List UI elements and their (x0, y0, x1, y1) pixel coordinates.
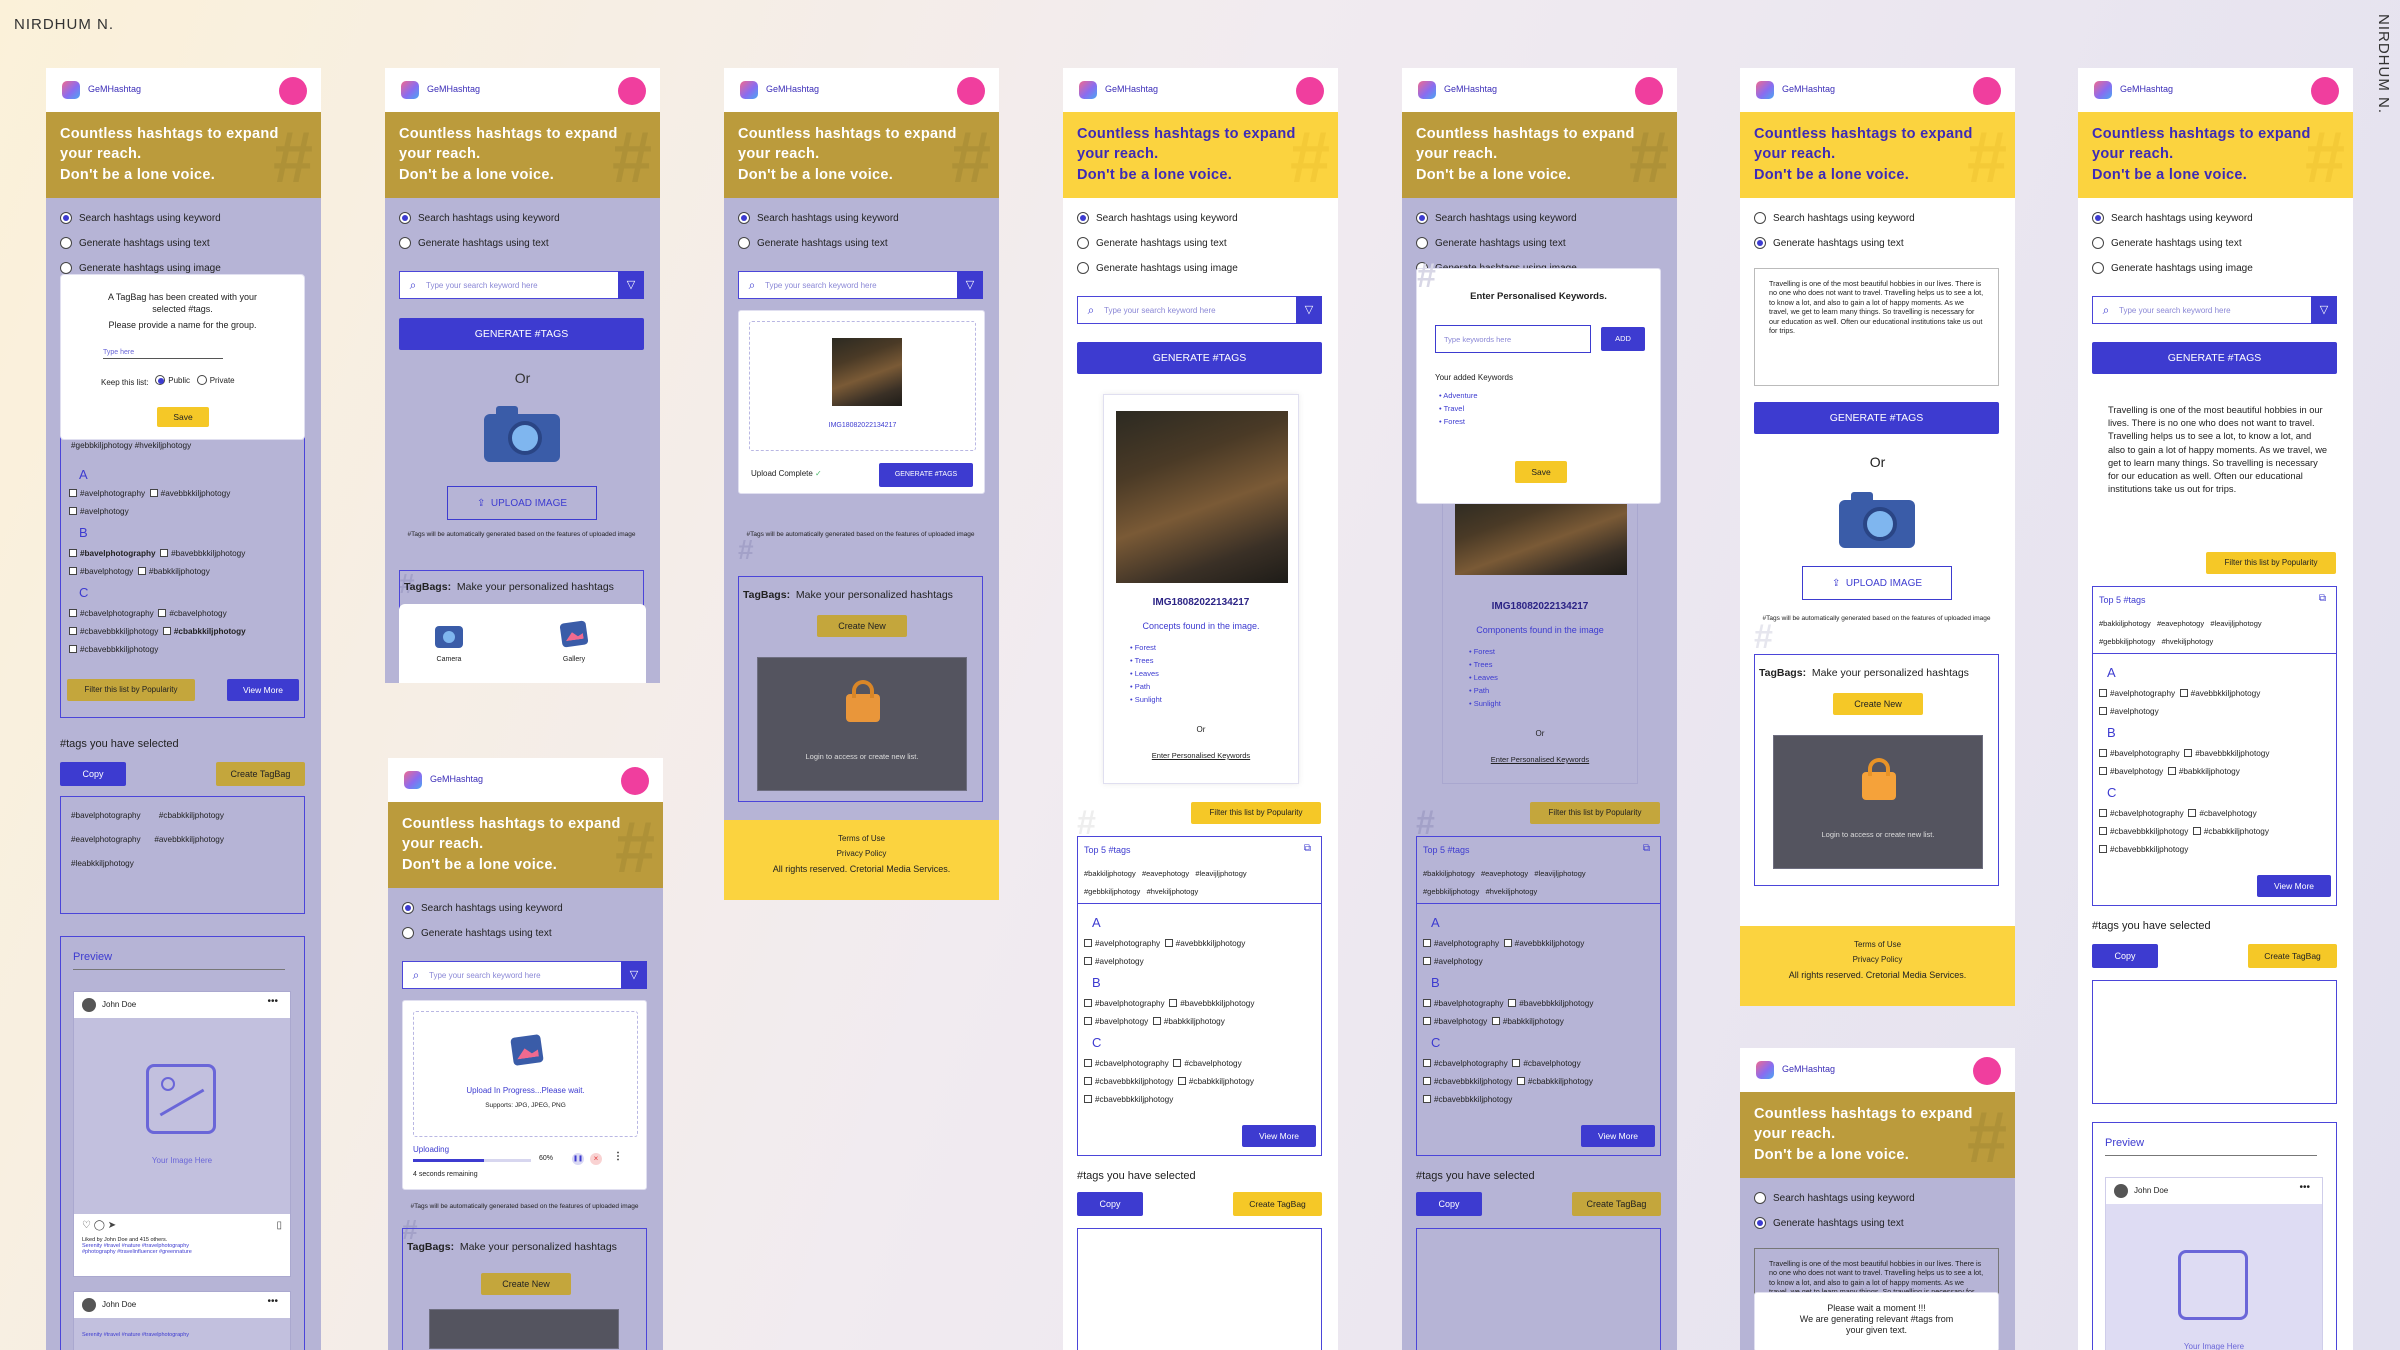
upload-source-sheet: Camera Gallery (399, 604, 646, 683)
add-keyword-button[interactable]: ADD (1601, 327, 1645, 351)
terms-link[interactable]: Terms of Use (724, 834, 999, 843)
tagbag-name-input[interactable]: Type here (103, 349, 223, 359)
preview-panel: Preview John Doe ••• Your Image Here (2092, 1122, 2337, 1350)
screen-upload-complete: GeMHashtag # Countless hashtags to expand… (724, 68, 999, 900)
mode-text[interactable]: Generate hashtags using text (60, 237, 210, 249)
tag-list: #gebbkiljphotogy #hvekiljphotogy A #avel… (60, 428, 305, 718)
create-new-button[interactable]: Create New (817, 615, 907, 637)
private-radio[interactable]: Private (196, 375, 235, 385)
login-card: Login to access or create new list. (757, 657, 967, 791)
camera-icon (1839, 492, 1915, 548)
upload-progress-bar (413, 1159, 531, 1162)
filter-button[interactable]: Filter this list by Popularity (67, 679, 195, 701)
camera-icon (484, 406, 560, 462)
view-more-button[interactable]: View More (227, 679, 299, 701)
preview-panel: Preview John Doe ••• Your Image Here ♡ ◯… (60, 936, 305, 1350)
keywords-input[interactable]: Type keywords here (1435, 325, 1591, 353)
gallery-icon (510, 1034, 544, 1066)
mode-image[interactable]: Generate hashtags using image (60, 262, 221, 274)
upload-complete-card: IMG18082022134217 Upload Complete ✓ GENE… (738, 310, 985, 494)
post-actions-icons[interactable]: ♡ ◯ ➤ ▯ (82, 1220, 282, 1231)
screen-generating-wait: GeMHashtag # Countless hashtags to expand… (1740, 1048, 2015, 1350)
save-button[interactable]: Save (1515, 461, 1567, 483)
image-placeholder-icon (2178, 1250, 2248, 1320)
screen-personalised-keywords: GeMHashtag # Countless hashtags to expand… (1402, 68, 1677, 1350)
selected-title: #tags you have selected (60, 738, 179, 750)
post-card-2: John Doe ••• Serenity #travel #nature #t… (73, 1291, 291, 1350)
footer: Terms of Use Privacy Policy All rights r… (724, 820, 999, 900)
screen-text-results: GeMHashtag # Countless hashtags to expand… (2078, 68, 2353, 1350)
image-placeholder-icon (146, 1064, 216, 1134)
create-tagbag-button[interactable]: Create TagBag (216, 762, 305, 786)
generating-modal: Please wait a moment !!! We are generatin… (1754, 1292, 1999, 1350)
copy-icon[interactable]: ⧉ (2319, 593, 2326, 604)
designer-name-vertical: NIRDHUM N. (2375, 14, 2392, 114)
brand-name: GeMHashtag (88, 84, 142, 94)
selected-tags-box (1077, 1228, 1322, 1350)
selected-tags-box: #bavelphotography #cbabkkiljphotogy #eav… (60, 796, 305, 914)
post-card: John Doe ••• Your Image Here ♡ ◯ ➤ ▯ Like… (73, 991, 291, 1277)
search-icon: ⌕ (409, 277, 417, 292)
tagbag-name-modal: A TagBag has been created with your sele… (60, 274, 305, 440)
create-new-button[interactable]: Create New (481, 1273, 571, 1295)
filter-icon: ▽ (621, 961, 647, 989)
pause-icon[interactable]: ❚❚ (572, 1153, 584, 1165)
screen-text-mode: GeMHashtag # Countless hashtags to expand… (1740, 68, 2015, 1006)
screen-image-results: GeMHashtag # Countless hashtags to expand… (1063, 68, 1338, 1350)
camera-option-icon[interactable] (435, 626, 463, 648)
hero-banner: # Countless hashtags to expand your reach.… (46, 112, 321, 198)
generate-button[interactable]: GENERATE #TAGS (879, 463, 973, 487)
upload-complete-status: Upload Complete ✓ (751, 469, 822, 478)
save-button[interactable]: Save (157, 407, 209, 427)
lock-icon (846, 680, 880, 722)
screen-upload-choice: GeMHashtag # Countless hashtags to expand… (385, 68, 660, 683)
screen-tagbag-naming: GeMHashtag # Countless hashtags to expand… (46, 68, 321, 1350)
avatar[interactable] (279, 77, 307, 105)
text-input[interactable]: Travelling is one of the most beautiful … (1754, 268, 1999, 386)
privacy-link[interactable]: Privacy Policy (724, 849, 999, 858)
tag-list: Top 5 #tags ⧉ #bakkiljphotogy #eavephoto… (1077, 836, 1322, 1156)
search-input[interactable]: ⌕ Type your search keyword here ▽ (399, 271, 644, 299)
filter-icon[interactable]: ▽ (618, 271, 644, 299)
more-icon[interactable]: ••• (267, 996, 278, 1007)
keywords-modal: # Enter Personalised Keywords. Type keyw… (1416, 257, 1661, 504)
preview-title: Preview (73, 951, 113, 963)
image-result-card: IMG18082022134217 Concepts found in the … (1103, 394, 1299, 784)
user-avatar (82, 998, 96, 1012)
logo-icon (62, 81, 80, 99)
screen-upload-progress: GeMHashtag # Countless hashtags to expand… (388, 758, 663, 1350)
upload-progress-card: Upload In Progress...Please wait. Suppor… (402, 1000, 647, 1190)
highlighted-text: Travelling is one of the most beautiful … (2108, 405, 2328, 495)
search-icon: ⌕ (412, 967, 420, 982)
view-more-button[interactable]: View More (1242, 1125, 1316, 1147)
uploaded-photo (832, 338, 902, 406)
lock-icon (1862, 758, 1896, 800)
copy-icon[interactable]: ⧉ (1643, 843, 1650, 854)
gallery-option-icon[interactable] (559, 620, 589, 648)
mode-keyword[interactable]: Search hashtags using keyword (60, 212, 221, 224)
filter-button[interactable]: Filter this list by Popularity (1191, 802, 1321, 824)
upload-image-button[interactable]: ⇪ UPLOAD IMAGE (447, 486, 597, 520)
public-radio[interactable]: Public (155, 375, 190, 385)
enter-keywords-link[interactable]: Enter Personalised Keywords (1104, 751, 1298, 760)
copy-button[interactable]: Copy (60, 762, 126, 786)
designer-name: NIRDHUM N. (14, 16, 114, 33)
cancel-icon[interactable]: × (590, 1153, 602, 1165)
generate-button[interactable]: GENERATE #TAGS (399, 318, 644, 350)
more-icon[interactable]: ⋮ (613, 1151, 623, 1162)
copy-icon[interactable]: ⧉ (1304, 843, 1311, 854)
